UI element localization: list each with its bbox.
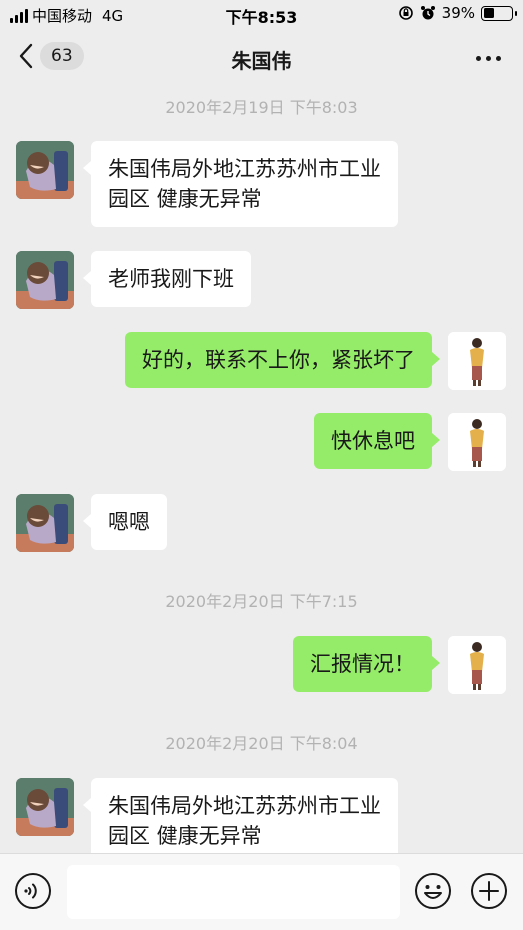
- contact-avatar[interactable]: [16, 494, 74, 552]
- chat-title: 朱国伟: [231, 49, 292, 73]
- timestamp: 2020年2月20日 下午8:04: [165, 734, 358, 753]
- avatar-image: [448, 413, 506, 471]
- message-line: 园区 健康无异常: [108, 824, 262, 848]
- contact-avatar[interactable]: [16, 778, 74, 836]
- received-message-bubble[interactable]: 老师我刚下班: [83, 251, 251, 307]
- avatar-image: [16, 778, 74, 836]
- my-avatar[interactable]: [448, 332, 506, 390]
- more-dots-icon: [476, 56, 481, 61]
- voice-icon[interactable]: [14, 872, 52, 910]
- received-message-bubble[interactable]: 朱国伟局外地江苏苏州市工业 园区 健康无异常: [83, 141, 398, 227]
- message-line: 园区 健康无异常: [108, 187, 262, 211]
- message-line: 老师我刚下班: [108, 267, 234, 291]
- avatar-image: [448, 332, 506, 390]
- sent-message-bubble[interactable]: 快休息吧: [314, 413, 440, 469]
- alarm-icon: [420, 6, 435, 20]
- message-line: 好的，联系不上你，紧张坏了: [142, 348, 415, 372]
- avatar-image: [16, 251, 74, 309]
- message-line: 嗯嗯: [108, 510, 150, 534]
- battery-icon: [481, 5, 517, 21]
- battery-fill: [483, 8, 495, 18]
- avatar-image: [448, 636, 506, 694]
- more-button[interactable]: [476, 56, 501, 61]
- my-avatar[interactable]: [448, 413, 506, 471]
- message-line: 快休息吧: [331, 429, 415, 453]
- sent-message-bubble[interactable]: 汇报情况！: [293, 636, 440, 692]
- received-message-bubble[interactable]: 朱国伟局外地江苏苏州市工业 园区 健康无异常: [83, 778, 398, 853]
- message-line: 朱国伟局外地江苏苏州市工业: [108, 157, 381, 181]
- rotation-lock-icon: [398, 6, 413, 20]
- emoji-icon[interactable]: [414, 872, 452, 910]
- timestamp: 2020年2月19日 下午8:03: [165, 98, 358, 117]
- message-line: 汇报情况！: [310, 652, 415, 676]
- chat-header: 63 朱国伟: [0, 30, 523, 88]
- timestamp: 2020年2月20日 下午7:15: [165, 592, 358, 611]
- battery-percent: 39%: [441, 4, 475, 22]
- contact-avatar[interactable]: [16, 251, 74, 309]
- message-line: 朱国伟局外地江苏苏州市工业: [108, 794, 381, 818]
- status-right: 39%: [398, 4, 517, 22]
- message-input[interactable]: [67, 865, 400, 919]
- chat-area[interactable]: 2020年2月19日 下午8:03 朱国伟局外地江苏苏州市工业 园区 健康无异常…: [0, 88, 523, 853]
- status-bar: 中国移动 4G 下午8:53 39%: [0, 0, 523, 30]
- plus-icon[interactable]: [470, 872, 508, 910]
- my-avatar[interactable]: [448, 636, 506, 694]
- input-bar: [0, 853, 523, 930]
- sent-message-bubble[interactable]: 好的，联系不上你，紧张坏了: [125, 332, 440, 388]
- avatar-image: [16, 494, 74, 552]
- contact-avatar[interactable]: [16, 141, 74, 199]
- received-message-bubble[interactable]: 嗯嗯: [83, 494, 167, 550]
- avatar-image: [16, 141, 74, 199]
